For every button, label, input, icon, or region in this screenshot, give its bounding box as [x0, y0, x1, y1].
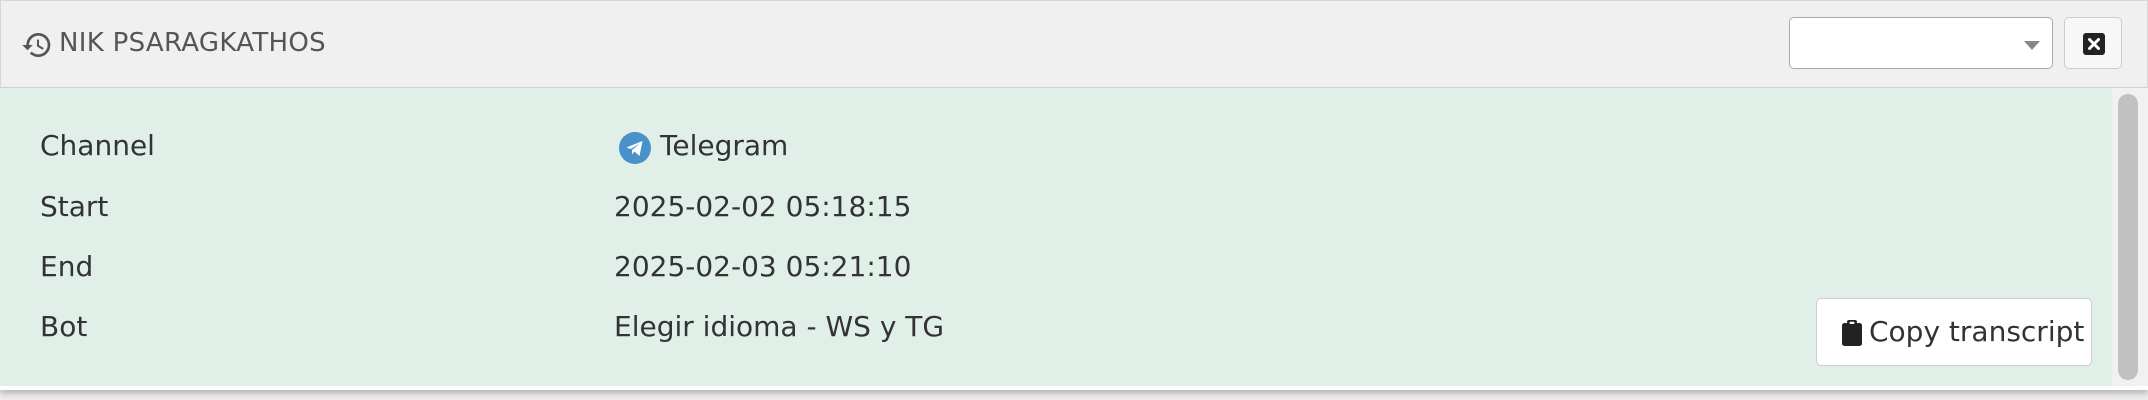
start-value: 2025-02-02 05:18:15 [614, 190, 912, 223]
contact-name-title: NIK PSARAGKATHOS [59, 28, 326, 58]
bot-value: Elegir idioma - WS y TG [614, 310, 945, 343]
panel-header: NIK PSARAGKATHOS [0, 0, 2148, 89]
copy-transcript-button[interactable]: Copy transcript [1816, 298, 2092, 366]
clipboard-icon [1842, 320, 1862, 346]
start-label: Start [40, 190, 109, 223]
chevron-down-icon [2024, 41, 2040, 50]
end-label: End [40, 250, 94, 283]
end-value: 2025-02-03 05:21:10 [614, 250, 912, 283]
channel-value: Telegram [660, 129, 789, 162]
bot-label: Bot [40, 310, 88, 343]
scrollbar-thumb[interactable] [2118, 94, 2138, 380]
conversation-select[interactable] [1789, 17, 2053, 69]
close-square-icon [2083, 33, 2105, 55]
conversation-panel: NIK PSARAGKATHOS Channel Telegram Start … [0, 0, 2148, 390]
details-body [0, 88, 2112, 386]
copy-transcript-label: Copy transcript [1869, 315, 2085, 348]
close-button[interactable] [2064, 17, 2122, 69]
channel-label: Channel [40, 129, 155, 162]
history-icon [21, 29, 53, 61]
telegram-icon [618, 131, 652, 165]
